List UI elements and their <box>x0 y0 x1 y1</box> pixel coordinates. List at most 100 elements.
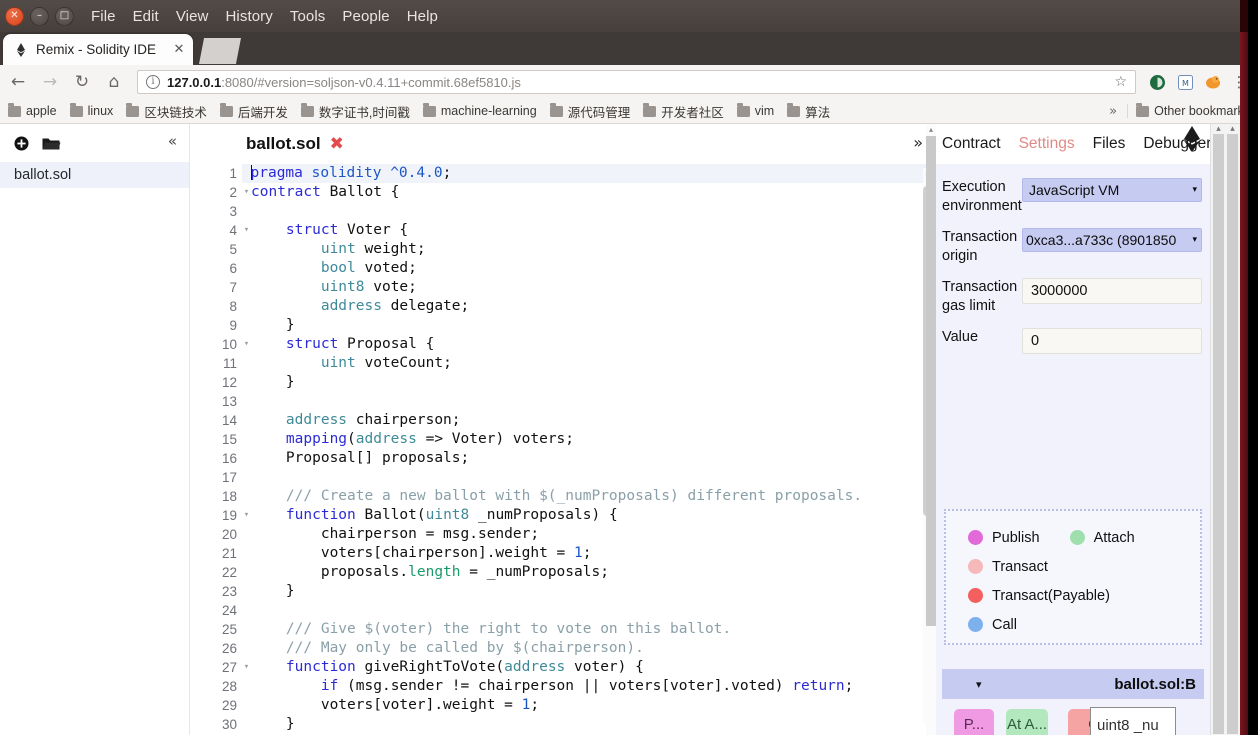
code-line[interactable]: 30 } <box>190 715 935 734</box>
bookmark-algorithms[interactable]: 算法 <box>787 102 830 121</box>
code-line[interactable]: 20 chairperson = msg.sender; <box>190 525 935 544</box>
open-folder-icon[interactable] <box>36 128 66 158</box>
forward-icon[interactable]: → <box>36 68 64 96</box>
publish-button[interactable]: P... <box>954 709 994 735</box>
value-input[interactable]: 0 <box>1022 328 1202 354</box>
window-close-button[interactable]: ✕ <box>5 6 24 26</box>
bookmark-star-icon[interactable]: ☆ <box>1114 74 1127 90</box>
fold-toggle-icon[interactable] <box>242 582 251 601</box>
tab-files[interactable]: Files <box>1093 135 1126 153</box>
code-line[interactable]: 19 ▾ function Ballot(uint8 _numProposals)… <box>190 506 935 525</box>
code-line[interactable]: 21 voters[chairperson].weight = 1; <box>190 544 935 563</box>
reload-icon[interactable]: ↻ <box>68 68 96 96</box>
at-address-button[interactable]: At A... <box>1006 709 1048 735</box>
fold-toggle-icon[interactable] <box>242 297 251 316</box>
code-line[interactable]: 29 voters[voter].weight = 1; <box>190 696 935 715</box>
bookmark-machine-learning[interactable]: machine-learning <box>422 103 537 118</box>
code-line[interactable]: 26 /// May only be called by $(chairpers… <box>190 639 935 658</box>
frame-scrollbar-outer-2[interactable]: ▴ <box>1225 124 1240 735</box>
bookmark-digital-cert[interactable]: 数字证书,时间戳 <box>300 102 410 121</box>
code-line[interactable]: 3 <box>190 202 935 221</box>
inner-frame-scrollbar[interactable]: ▴ <box>926 124 936 735</box>
expand-panel-icon[interactable]: » <box>913 133 923 152</box>
transaction-origin-select[interactable]: 0xca3...a733c (8901850 ▾ <box>1022 228 1202 252</box>
chevron-down-icon[interactable]: ▾ <box>976 678 982 691</box>
frame-scrollbar-outer-1[interactable]: ▴ <box>1210 124 1225 735</box>
code-line[interactable]: 7 uint8 vote; <box>190 278 935 297</box>
code-line[interactable]: 15 mapping(address => Voter) voters; <box>190 430 935 449</box>
code-line[interactable]: 22 proposals.length = _numProposals; <box>190 563 935 582</box>
close-icon[interactable]: ✕ <box>171 42 187 58</box>
back-icon[interactable]: ← <box>4 68 32 96</box>
code-line[interactable]: 13 <box>190 392 935 411</box>
menu-item-file[interactable]: File <box>91 8 116 25</box>
fold-toggle-icon[interactable] <box>242 639 251 658</box>
code-line[interactable]: 25 /// Give $(voter) the right to vote o… <box>190 620 935 639</box>
fold-toggle-icon[interactable] <box>242 525 251 544</box>
code-line[interactable]: 5 uint weight; <box>190 240 935 259</box>
fold-toggle-icon[interactable]: ▾ <box>242 221 251 240</box>
constructor-params-input[interactable]: uint8 _nu <box>1090 707 1176 735</box>
fold-toggle-icon[interactable] <box>242 449 251 468</box>
fold-toggle-icon[interactable] <box>242 430 251 449</box>
fold-toggle-icon[interactable] <box>242 620 251 639</box>
code-line[interactable]: 17 <box>190 468 935 487</box>
code-line[interactable]: 10 ▾ struct Proposal { <box>190 335 935 354</box>
code-line[interactable]: 27 ▾ function giveRightToVote(address vot… <box>190 658 935 677</box>
fold-toggle-icon[interactable] <box>242 411 251 430</box>
scrollbar-thumb[interactable] <box>926 136 936 626</box>
gas-limit-input[interactable]: 3000000 <box>1022 278 1202 304</box>
window-minimize-button[interactable]: – <box>30 6 49 26</box>
add-file-icon[interactable] <box>6 128 36 158</box>
menu-item-people[interactable]: People <box>342 8 389 25</box>
fold-toggle-icon[interactable] <box>242 202 251 221</box>
new-tab-button[interactable] <box>199 38 241 64</box>
collapse-panel-icon[interactable]: « <box>168 132 177 150</box>
code-line[interactable]: 4 ▾ struct Voter { <box>190 221 935 240</box>
window-maximize-button[interactable]: □ <box>55 6 74 26</box>
fold-toggle-icon[interactable] <box>242 354 251 373</box>
menu-item-tools[interactable]: Tools <box>290 8 326 25</box>
bookmark-backend-dev[interactable]: 后端开发 <box>219 102 288 121</box>
menu-item-help[interactable]: Help <box>407 8 438 25</box>
reader-extension-icon[interactable]: M <box>1172 69 1198 95</box>
address-bar[interactable]: i 127.0.0.1:8080/#version=soljson-v0.4.1… <box>137 70 1136 94</box>
code-line[interactable]: 9 } <box>190 316 935 335</box>
code-line[interactable]: 14 address chairperson; <box>190 411 935 430</box>
code-line[interactable]: 23 } <box>190 582 935 601</box>
bookmarks-overflow-icon[interactable]: » <box>1099 104 1127 119</box>
fold-toggle-icon[interactable] <box>242 392 251 411</box>
code-line[interactable]: 1 pragma solidity ^0.4.0; <box>190 164 935 183</box>
fold-toggle-icon[interactable] <box>242 487 251 506</box>
code-line[interactable]: 28 if (msg.sender != chairperson || vote… <box>190 677 935 696</box>
tab-settings[interactable]: Settings <box>1019 135 1075 153</box>
other-bookmarks-button[interactable]: Other bookmarks <box>1127 103 1250 118</box>
fold-toggle-icon[interactable] <box>242 696 251 715</box>
bookmark-vim[interactable]: vim <box>736 103 774 118</box>
menu-item-view[interactable]: View <box>176 8 209 25</box>
code-line[interactable]: 24 <box>190 601 935 620</box>
site-info-icon[interactable]: i <box>146 75 160 89</box>
clock-extension-icon[interactable] <box>1144 69 1170 95</box>
fold-toggle-icon[interactable]: ▾ <box>242 506 251 525</box>
code-line[interactable]: 8 address delegate; <box>190 297 935 316</box>
fold-toggle-icon[interactable]: ▾ <box>242 335 251 354</box>
fold-toggle-icon[interactable] <box>242 278 251 297</box>
home-icon[interactable]: ⌂ <box>100 68 128 96</box>
fold-toggle-icon[interactable] <box>242 259 251 278</box>
fold-toggle-icon[interactable] <box>242 715 251 734</box>
execution-environment-select[interactable]: JavaScript VM ▾ <box>1022 178 1202 202</box>
fold-toggle-icon[interactable] <box>242 468 251 487</box>
tab-contract[interactable]: Contract <box>942 135 1001 153</box>
code-line[interactable]: 2 ▾ contract Ballot { <box>190 183 935 202</box>
editor-tab-ballot-sol[interactable]: ballot.sol ✖ <box>246 134 344 154</box>
fold-toggle-icon[interactable] <box>242 544 251 563</box>
code-line[interactable]: 18 /// Create a new ballot with $(_numPr… <box>190 487 935 506</box>
browser-tab-remix[interactable]: Remix - Solidity IDE ✕ <box>3 34 193 65</box>
code-line[interactable]: 12 } <box>190 373 935 392</box>
file-item-ballot-sol[interactable]: ballot.sol <box>0 162 189 188</box>
fold-toggle-icon[interactable] <box>242 601 251 620</box>
fold-toggle-icon[interactable]: ▾ <box>242 183 251 202</box>
fold-toggle-icon[interactable] <box>242 677 251 696</box>
code-line[interactable]: 16 Proposal[] proposals; <box>190 449 935 468</box>
